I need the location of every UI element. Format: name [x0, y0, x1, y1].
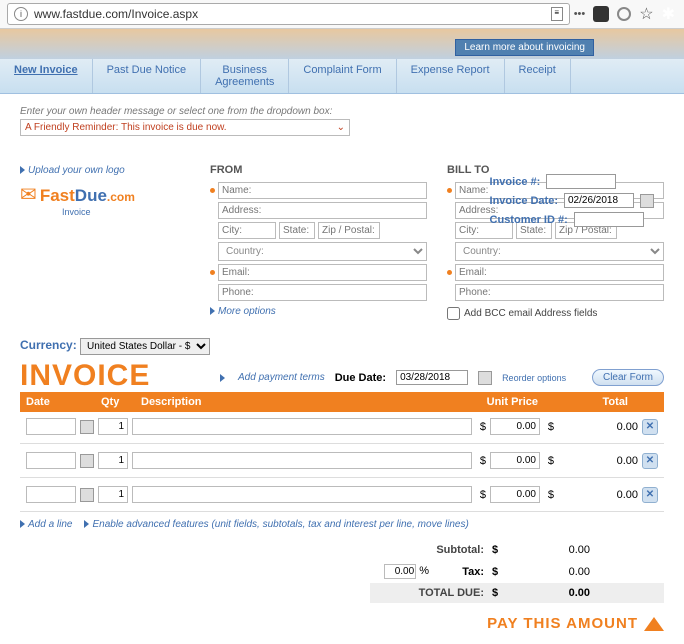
row-unitprice-input[interactable] — [490, 486, 540, 503]
bcc-label: Add BCC email Address fields — [464, 308, 597, 319]
invoice-date-label: Invoice Date: — [490, 195, 558, 207]
calendar-icon[interactable] — [80, 454, 94, 468]
from-title: FROM — [210, 164, 427, 176]
row-date-input[interactable] — [26, 452, 76, 469]
from-phone-input[interactable] — [218, 284, 427, 301]
bill-country-select[interactable]: Country: — [455, 242, 664, 261]
home-icon[interactable] — [617, 7, 631, 21]
row-date-input[interactable] — [26, 418, 76, 435]
settings-gear-icon[interactable]: ✱ — [662, 4, 675, 24]
total-due-label: TOTAL DUE: — [374, 587, 484, 599]
calendar-icon[interactable] — [80, 420, 94, 434]
invoice-no-input[interactable] — [546, 174, 616, 189]
grid-header: Date Qty Description Unit Price Total — [20, 392, 664, 412]
calendar-icon[interactable] — [80, 488, 94, 502]
currency-select[interactable]: United States Dollar - $ — [80, 338, 210, 355]
bill-email-input[interactable] — [455, 264, 664, 281]
add-payment-terms-link[interactable]: Add payment terms — [238, 372, 325, 383]
bookmark-star-icon[interactable]: ☆ — [639, 4, 653, 24]
info-icon[interactable]: i — [14, 7, 28, 21]
tab-business-agreements[interactable]: BusinessAgreements — [201, 59, 289, 93]
invoice-no-label: Invoice #: — [490, 176, 541, 188]
row-date-input[interactable] — [26, 486, 76, 503]
chevron-down-icon: ⌄ — [337, 122, 345, 133]
customer-id-input[interactable] — [574, 212, 644, 227]
row-unitprice-input[interactable] — [490, 418, 540, 435]
tax-value: 0.00 — [510, 566, 590, 578]
row-desc-input[interactable] — [132, 452, 472, 469]
reader-icon[interactable]: ≡ — [551, 7, 563, 21]
tab-receipt[interactable]: Receipt — [505, 59, 571, 93]
from-zip-input[interactable] — [318, 222, 380, 239]
delete-row-button[interactable]: ✕ — [642, 419, 658, 435]
tab-past-due[interactable]: Past Due Notice — [93, 59, 201, 93]
subtotal-label: Subtotal: — [374, 544, 484, 556]
tab-expense-report[interactable]: Expense Report — [397, 59, 505, 93]
nav-tabs: New Invoice Past Due Notice BusinessAgre… — [0, 59, 684, 94]
row-desc-input[interactable] — [132, 418, 472, 435]
tax-pct-input[interactable] — [384, 564, 416, 579]
header-hint: Enter your own header message or select … — [20, 106, 664, 117]
row-unitprice-input[interactable] — [490, 452, 540, 469]
delete-row-button[interactable]: ✕ — [642, 487, 658, 503]
triangle-up-icon — [644, 617, 664, 631]
url-text: www.fastdue.com/Invoice.aspx — [34, 7, 545, 21]
row-qty-input[interactable] — [98, 452, 128, 469]
clear-form-button[interactable]: Clear Form — [592, 369, 664, 386]
triangle-icon — [20, 166, 25, 174]
calendar-icon[interactable] — [478, 371, 492, 385]
subtotal-value: 0.00 — [510, 544, 590, 556]
row-qty-input[interactable] — [98, 486, 128, 503]
from-more-link[interactable]: More options — [218, 306, 276, 317]
tax-label: Tax: — [437, 566, 484, 578]
line-row: $ $0.00 ✕ — [20, 446, 664, 475]
invoice-date-input[interactable] — [564, 193, 634, 208]
url-bar[interactable]: i www.fastdue.com/Invoice.aspx ≡ — [7, 3, 570, 25]
delete-row-button[interactable]: ✕ — [642, 453, 658, 469]
from-email-input[interactable] — [218, 264, 427, 281]
bcc-checkbox[interactable] — [447, 307, 460, 320]
upload-logo-link[interactable]: Upload your own logo — [28, 165, 125, 176]
calendar-icon[interactable] — [640, 194, 654, 208]
bill-phone-input[interactable] — [455, 284, 664, 301]
line-row: $ $0.00 ✕ — [20, 480, 664, 509]
pocket-icon[interactable] — [593, 6, 609, 22]
from-country-select[interactable]: Country: — [218, 242, 427, 261]
more-icon[interactable]: ••• — [574, 8, 586, 20]
currency-label: Currency: — [20, 338, 77, 352]
from-state-input[interactable] — [279, 222, 315, 239]
promo-banner[interactable]: Learn more about invoicing — [455, 39, 594, 56]
from-address-input[interactable] — [218, 202, 427, 219]
due-date-input[interactable] — [396, 370, 468, 385]
reorder-link[interactable]: Reorder options — [502, 373, 566, 383]
row-desc-input[interactable] — [132, 486, 472, 503]
customer-id-label: Customer ID #: — [490, 214, 568, 226]
from-name-input[interactable] — [218, 182, 427, 199]
line-row: $ $0.00 ✕ — [20, 412, 664, 441]
header-message-select[interactable]: A Friendly Reminder: This invoice is due… — [20, 119, 350, 136]
add-line-link[interactable]: Add a line — [28, 519, 72, 530]
from-block: FROM Country: More options — [210, 164, 427, 320]
row-total: 0.00 — [558, 455, 638, 467]
total-due-value: 0.00 — [510, 587, 590, 599]
pay-this-amount-button[interactable]: PAY THIS AMOUNT — [20, 615, 664, 632]
due-date-label: Due Date: — [335, 372, 386, 384]
row-qty-input[interactable] — [98, 418, 128, 435]
tab-new-invoice[interactable]: New Invoice — [0, 59, 93, 93]
logo: ✉ FastDue.com Invoice — [20, 182, 190, 217]
tab-complaint-form[interactable]: Complaint Form — [289, 59, 396, 93]
row-total: 0.00 — [558, 421, 638, 433]
from-city-input[interactable] — [218, 222, 276, 239]
enable-advanced-link[interactable]: Enable advanced features (unit fields, s… — [92, 519, 468, 530]
row-total: 0.00 — [558, 489, 638, 501]
